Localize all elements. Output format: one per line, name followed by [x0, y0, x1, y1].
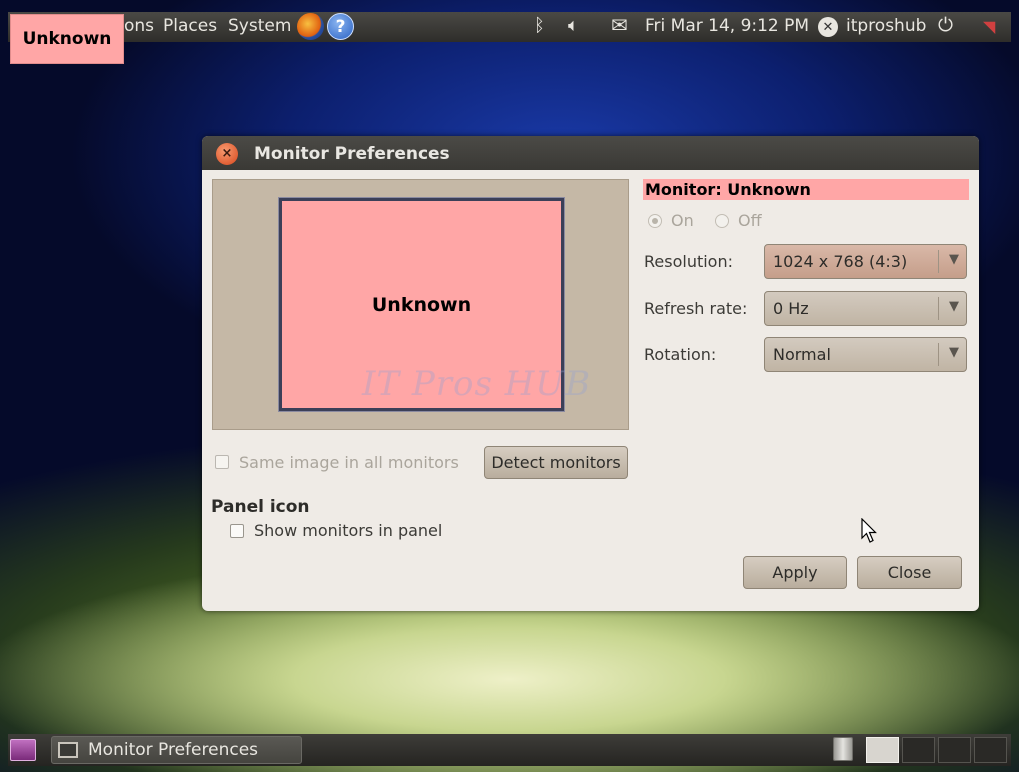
monitor-header: Monitor: Unknown: [643, 179, 969, 200]
detect-monitors-button[interactable]: Detect monitors: [484, 446, 628, 479]
chevron-down-icon: ▼: [949, 299, 959, 314]
workspace-4[interactable]: [974, 737, 1007, 763]
mouse-pointer-icon: [861, 518, 877, 543]
bluetooth-icon[interactable]: ᛒ: [534, 15, 545, 36]
workspace-3[interactable]: [938, 737, 971, 763]
trash-icon[interactable]: [833, 737, 853, 761]
mail-icon[interactable]: ✉: [611, 13, 628, 37]
help-icon[interactable]: ?: [327, 13, 354, 40]
user-name[interactable]: itproshub: [846, 16, 926, 36]
workspace-1[interactable]: [866, 737, 899, 763]
unknown-monitor-tag: Unknown: [10, 14, 124, 64]
dropdown-separator: [938, 297, 939, 320]
places-menu[interactable]: Places: [163, 16, 217, 36]
resolution-dropdown[interactable]: 1024 x 768 (4:3) ▼: [764, 244, 967, 279]
same-image-label: Same image in all monitors: [239, 453, 459, 472]
taskbar-item-monitor-preferences[interactable]: Monitor Preferences: [51, 736, 302, 764]
bottom-panel: Monitor Preferences: [8, 734, 1011, 766]
on-radio[interactable]: [648, 214, 662, 228]
refresh-rate-dropdown[interactable]: 0 Hz ▼: [764, 291, 967, 326]
dropdown-separator: [938, 343, 939, 366]
volume-icon[interactable]: 🔈︎: [568, 15, 579, 36]
applications-menu[interactable]: ons: [124, 16, 154, 36]
close-icon[interactable]: ×: [216, 143, 238, 165]
clock[interactable]: Fri Mar 14, 9:12 PM: [645, 16, 809, 36]
same-image-checkbox[interactable]: [215, 455, 229, 469]
on-label: On: [671, 211, 694, 230]
monitor-icon: [58, 742, 78, 758]
refresh-rate-label: Refresh rate:: [644, 299, 748, 318]
rotation-label: Rotation:: [644, 345, 717, 364]
dropdown-separator: [938, 250, 939, 273]
monitor-preview-label: Unknown: [371, 293, 472, 316]
chevron-down-icon: ▼: [949, 345, 959, 360]
rotation-value: Normal: [773, 345, 831, 364]
off-radio[interactable]: [715, 214, 729, 228]
workspace-2[interactable]: [902, 737, 935, 763]
show-desktop-icon[interactable]: [10, 739, 36, 761]
dialog-title: Monitor Preferences: [254, 144, 450, 164]
network-icon[interactable]: ◥: [983, 17, 995, 36]
watermark: IT Pros HUB: [362, 364, 592, 404]
user-status-icon[interactable]: ✕: [818, 17, 838, 37]
top-panel: ons Places System ? ᛒ 🔈︎ ✉ Fri Mar 14, 9…: [8, 12, 1011, 42]
show-monitors-label: Show monitors in panel: [254, 521, 443, 540]
dialog-titlebar[interactable]: × Monitor Preferences: [202, 136, 979, 170]
rotation-dropdown[interactable]: Normal ▼: [764, 337, 967, 372]
resolution-label: Resolution:: [644, 252, 733, 271]
chevron-down-icon: ▼: [949, 252, 959, 267]
off-label: Off: [738, 211, 762, 230]
power-icon[interactable]: ⏻: [938, 14, 953, 36]
firefox-icon[interactable]: [297, 13, 324, 40]
show-monitors-checkbox[interactable]: [230, 524, 244, 538]
panel-icon-heading: Panel icon: [211, 497, 310, 517]
system-menu[interactable]: System: [228, 16, 291, 36]
close-button[interactable]: Close: [857, 556, 962, 589]
refresh-rate-value: 0 Hz: [773, 299, 809, 318]
taskbar-item-label: Monitor Preferences: [88, 740, 259, 760]
resolution-value: 1024 x 768 (4:3): [773, 252, 908, 271]
apply-button[interactable]: Apply: [743, 556, 847, 589]
